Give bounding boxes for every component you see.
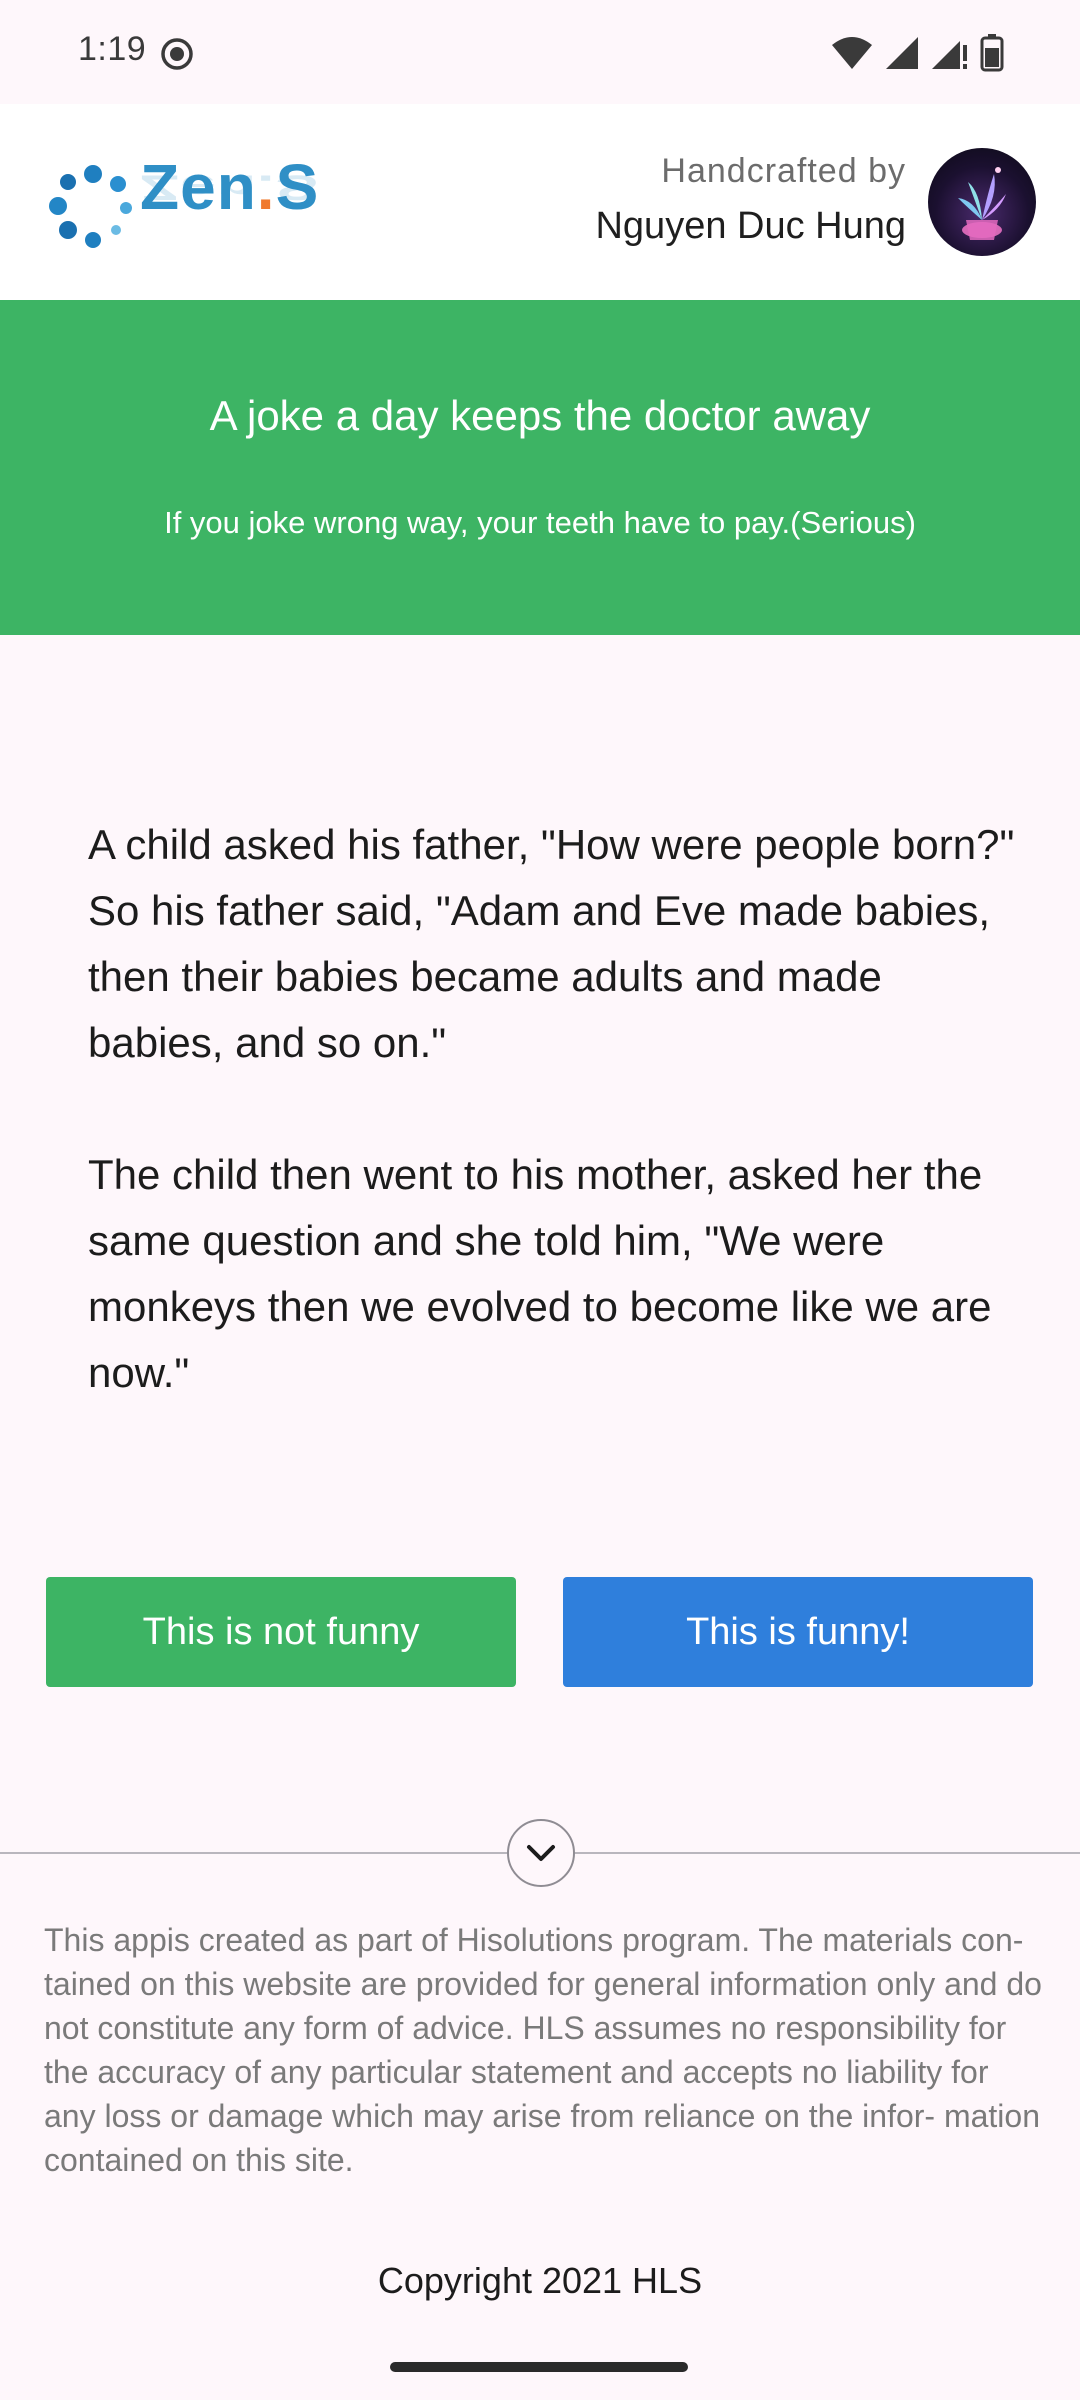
battery-icon	[980, 34, 1004, 77]
wifi-icon	[830, 35, 874, 76]
signal-icon	[884, 35, 920, 76]
joke-paragraph: A child asked his father, "How were peop…	[88, 821, 1015, 1066]
disclaimer-text: This appis created as part of Hisolution…	[44, 1922, 1042, 2178]
banner-title: A joke a day keeps the doctor away	[209, 392, 871, 439]
home-indicator[interactable]	[390, 2362, 688, 2372]
byline-label: Handcrafted by	[661, 152, 906, 190]
not-funny-button[interactable]: This is not funny	[46, 1577, 516, 1687]
logo-ring-icon	[48, 160, 138, 255]
app-header: Zen.S Zen.S Handcrafted by Nguyen Duc Hu…	[0, 104, 1080, 300]
funny-button[interactable]: This is funny!	[563, 1577, 1033, 1687]
chevron-down-icon	[527, 1845, 555, 1861]
plant-avatar-icon	[958, 167, 1006, 240]
joke-content: A child asked his father, "How were peop…	[88, 812, 1018, 1472]
author-name: Nguyen Duc Hung	[595, 205, 906, 247]
banner-subtitle: If you joke wrong way, your teeth have t…	[164, 505, 916, 540]
tagline-banner: A joke a day keeps the doctor away If yo…	[0, 300, 1080, 635]
status-time: 1:19	[78, 30, 147, 68]
status-bar: 1:19	[0, 0, 1080, 104]
record-icon	[159, 36, 195, 77]
author-avatar[interactable]	[928, 148, 1036, 256]
app-logo[interactable]: Zen.S Zen.S	[48, 150, 319, 260]
expand-footer-button[interactable]	[507, 1819, 575, 1887]
copyright-text: Copyright 2021 HLS	[377, 2260, 703, 2301]
author-byline: Handcrafted by Nguyen Duc Hung	[595, 152, 906, 248]
logo-reflection: Zen.S	[140, 167, 320, 208]
joke-paragraph: The child then went to his mother, asked…	[88, 1151, 992, 1396]
signal-icon-2	[930, 35, 970, 76]
